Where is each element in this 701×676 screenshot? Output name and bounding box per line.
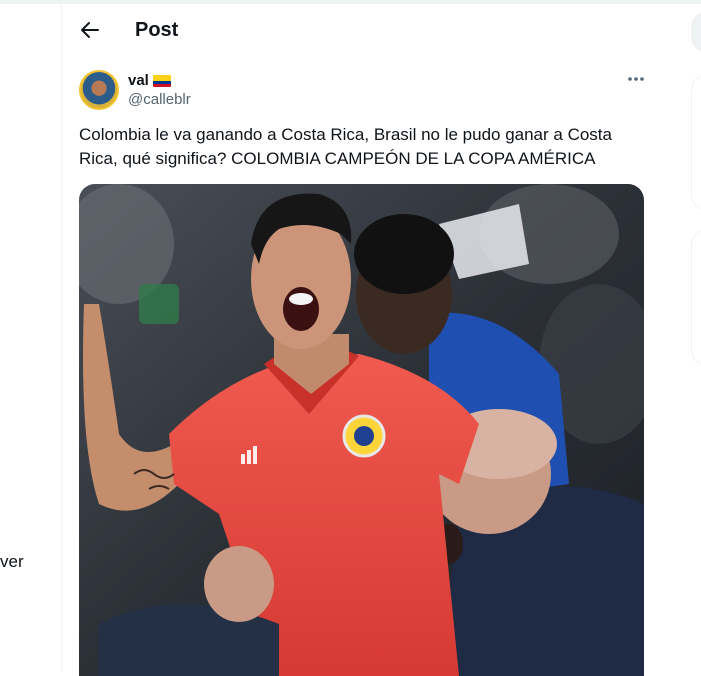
post-header: Post (62, 4, 660, 57)
celebration-photo (79, 184, 644, 676)
left-sidebar-text-fragment: ver (0, 552, 24, 571)
right-sidebar (660, 4, 701, 672)
left-sidebar: ver (0, 4, 61, 672)
post-image[interactable] (79, 184, 644, 676)
search-input[interactable] (691, 12, 701, 52)
sidebar-card (691, 74, 701, 211)
avatar[interactable] (79, 70, 119, 110)
user-handle[interactable]: @calleblr (128, 91, 191, 108)
post-text: Colombia le va ganando a Costa Rica, Bra… (79, 125, 612, 168)
colombia-flag-icon (152, 74, 171, 87)
page-title: Post (135, 19, 179, 41)
author-name-row[interactable]: val (128, 72, 171, 89)
display-name[interactable]: val (128, 72, 149, 89)
sidebar-card (691, 229, 701, 366)
post-column: Post val @calleblr Colombia le va ganand… (61, 4, 661, 676)
arrow-left-icon[interactable] (78, 18, 102, 42)
more-horizontal-icon[interactable] (625, 68, 647, 90)
